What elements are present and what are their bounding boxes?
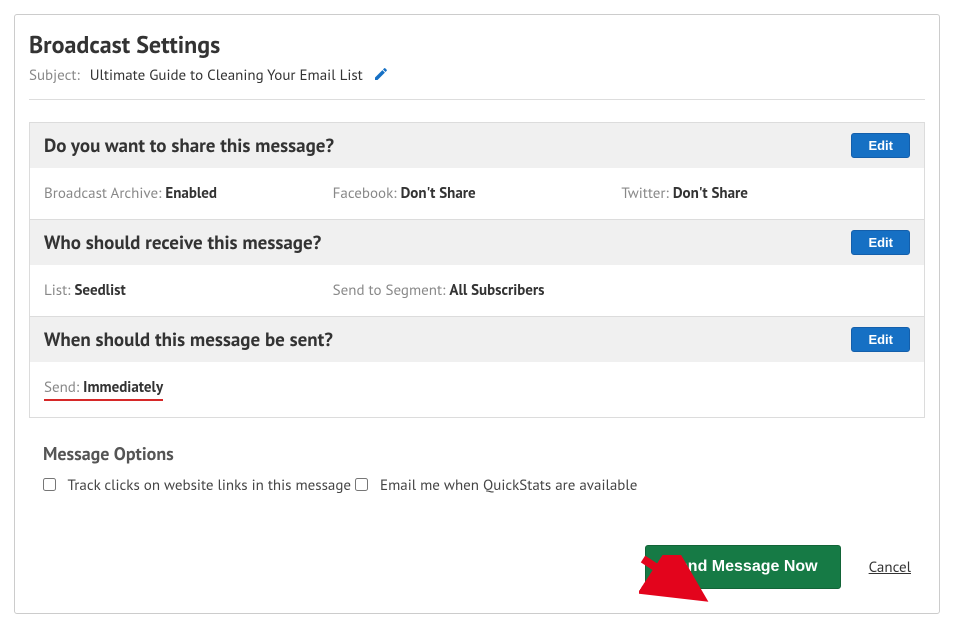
list-value: Seedlist — [74, 281, 125, 300]
facebook-value: Don't Share — [401, 184, 476, 203]
share-card-body: Broadcast Archive: Enabled Facebook: Don… — [30, 168, 924, 219]
subject-value: Ultimate Guide to Cleaning Your Email Li… — [90, 66, 363, 85]
twitter-label: Twitter: — [621, 184, 668, 203]
list-field: List: Seedlist — [44, 281, 333, 300]
recipients-card-header: Who should receive this message? Edit — [30, 220, 924, 265]
send-message-now-button[interactable]: Send Message Now — [645, 545, 840, 589]
quickstats-option[interactable]: Email me when QuickStats are available — [355, 476, 637, 495]
recipients-edit-button[interactable]: Edit — [851, 230, 910, 255]
schedule-card: When should this message be sent? Edit S… — [29, 317, 925, 418]
send-field: Send: Immediately — [44, 378, 163, 401]
track-clicks-label: Track clicks on website links in this me… — [68, 476, 351, 495]
list-label: List: — [44, 281, 70, 300]
track-clicks-option[interactable]: Track clicks on website links in this me… — [43, 476, 355, 495]
page-title: Broadcast Settings — [29, 29, 925, 60]
subject-label: Subject: — [29, 66, 80, 85]
schedule-card-header: When should this message be sent? Edit — [30, 317, 924, 362]
share-card-header: Do you want to share this message? Edit — [30, 123, 924, 168]
segment-value: All Subscribers — [449, 281, 544, 300]
recipients-heading: Who should receive this message? — [44, 231, 321, 255]
divider — [29, 99, 925, 100]
options-heading: Message Options — [43, 442, 911, 465]
cancel-link[interactable]: Cancel — [869, 558, 911, 577]
facebook-label: Facebook: — [333, 184, 397, 203]
quickstats-label: Email me when QuickStats are available — [380, 476, 637, 495]
share-edit-button[interactable]: Edit — [851, 133, 910, 158]
schedule-card-body: Send: Immediately — [30, 362, 924, 417]
archive-label: Broadcast Archive: — [44, 184, 161, 203]
pencil-icon[interactable] — [373, 66, 389, 82]
subject-row: Subject: Ultimate Guide to Cleaning Your… — [29, 66, 925, 85]
share-card: Do you want to share this message? Edit … — [29, 122, 925, 220]
message-options: Message Options Track clicks on website … — [29, 436, 925, 495]
track-clicks-checkbox[interactable] — [43, 478, 56, 491]
quickstats-checkbox[interactable] — [355, 478, 368, 491]
send-label: Send: — [44, 378, 79, 397]
archive-value: Enabled — [165, 184, 217, 203]
send-value: Immediately — [83, 378, 163, 397]
segment-field: Send to Segment: All Subscribers — [333, 281, 622, 300]
broadcast-settings-panel: Broadcast Settings Subject: Ultimate Gui… — [14, 14, 940, 614]
share-heading: Do you want to share this message? — [44, 134, 334, 158]
twitter-value: Don't Share — [673, 184, 748, 203]
segment-label: Send to Segment: — [333, 281, 446, 300]
facebook-field: Facebook: Don't Share — [333, 184, 622, 203]
footer: Send Message Now Cancel — [645, 545, 911, 589]
recipients-card: Who should receive this message? Edit Li… — [29, 220, 925, 317]
schedule-edit-button[interactable]: Edit — [851, 327, 910, 352]
twitter-field: Twitter: Don't Share — [621, 184, 910, 203]
schedule-heading: When should this message be sent? — [44, 328, 333, 352]
archive-field: Broadcast Archive: Enabled — [44, 184, 333, 203]
recipients-card-body: List: Seedlist Send to Segment: All Subs… — [30, 265, 924, 316]
